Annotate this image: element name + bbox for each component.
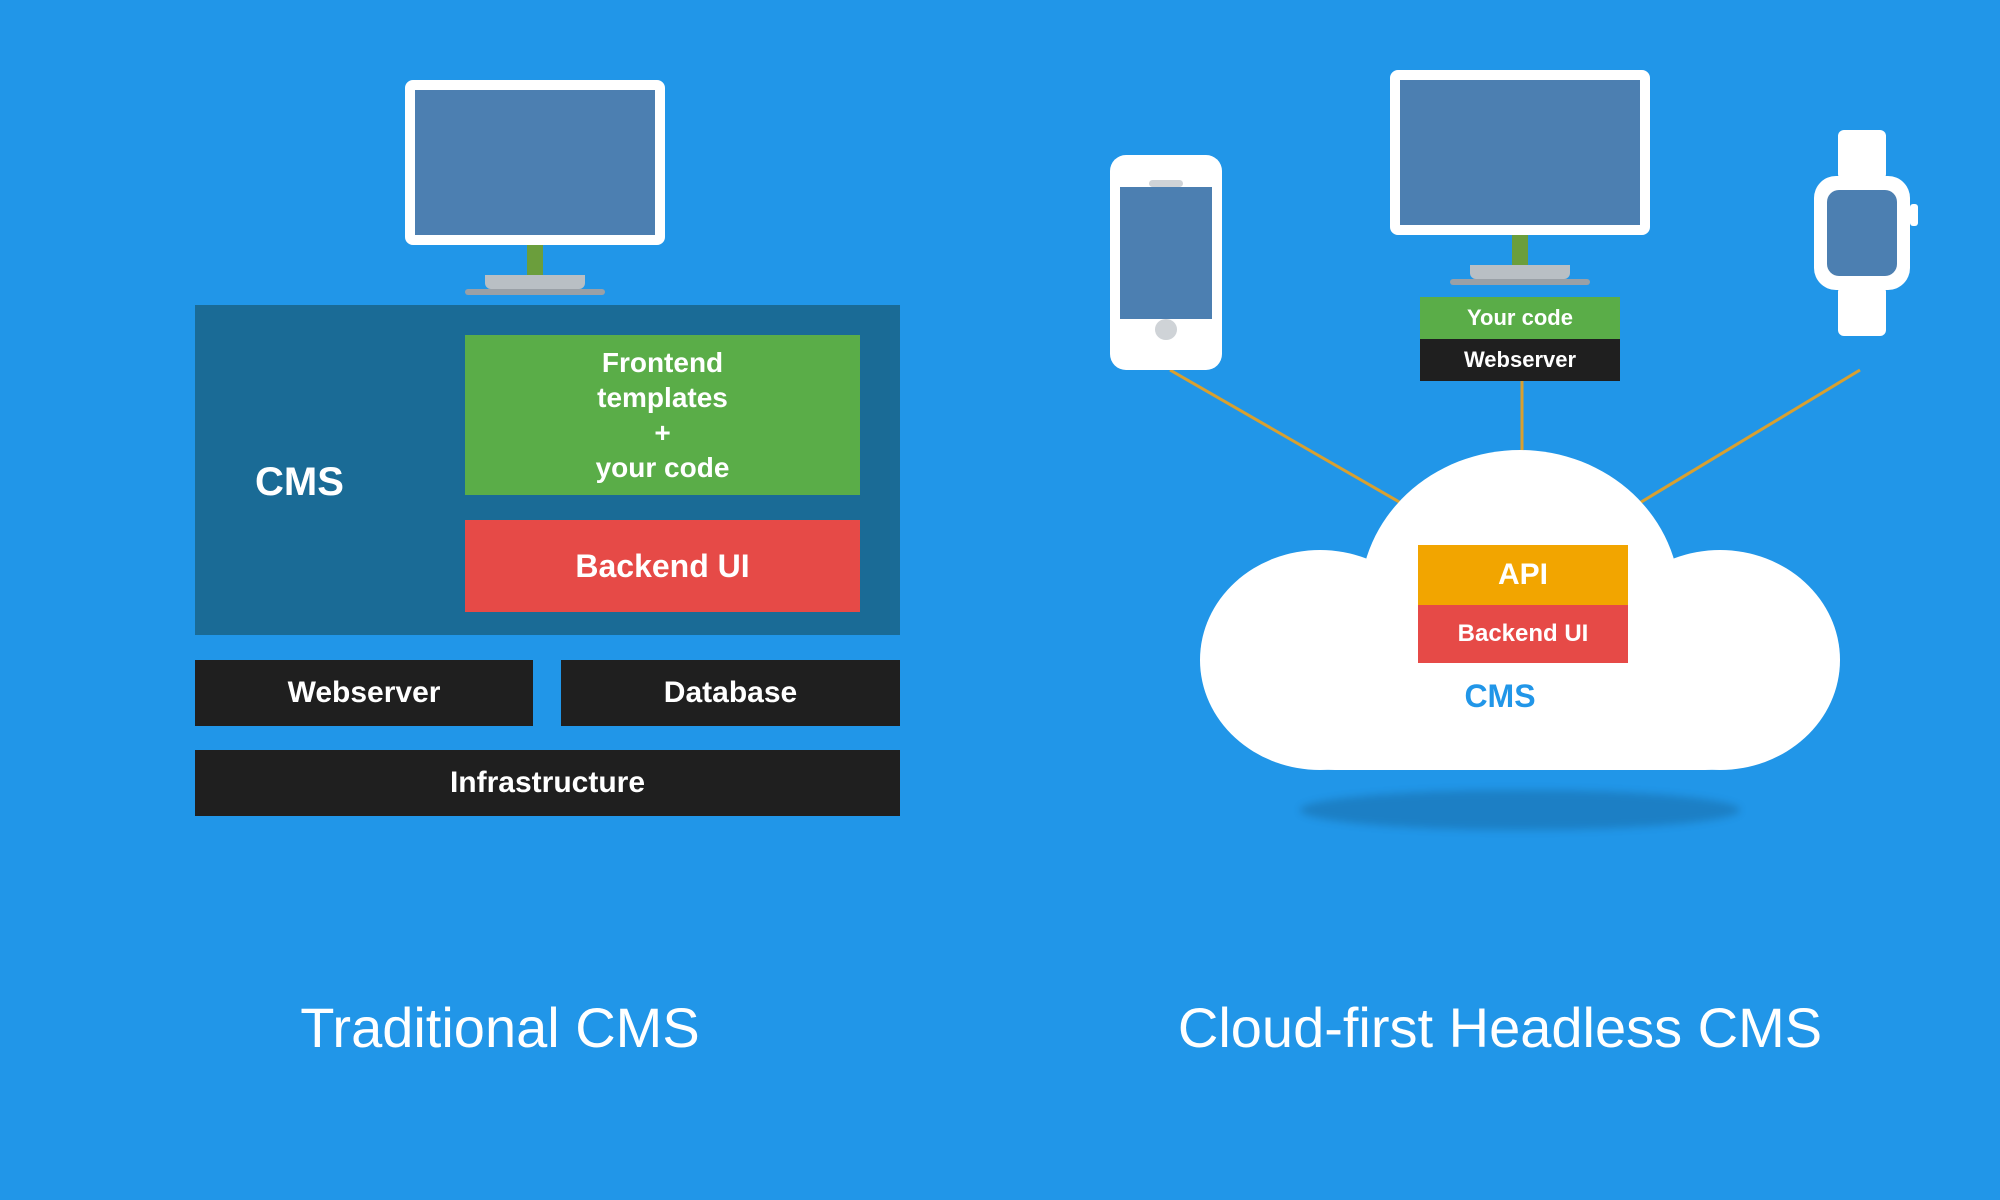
cloud-shadow (1300, 790, 1740, 830)
monitor-icon (1390, 70, 1650, 285)
caption-left: Traditional CMS (0, 995, 1000, 1060)
monitor-foot (1450, 279, 1590, 285)
watch-screen (1827, 190, 1897, 276)
monitor-icon (405, 80, 665, 295)
watch-strap-top (1838, 130, 1886, 180)
monitor-screen (1390, 70, 1650, 235)
caption-right: Cloud-first Headless CMS (1000, 995, 2000, 1060)
monitor-screen (405, 80, 665, 245)
monitor-foot (465, 289, 605, 295)
watch-icon (1814, 130, 1910, 336)
webserver-box: Webserver (1420, 339, 1620, 381)
headless-side: Your code Webserver API Backend UI CMS C… (1000, 0, 2000, 1200)
webserver-box: Webserver (195, 660, 533, 726)
watch-crown-icon (1910, 204, 1918, 226)
traditional-side: CMS Frontend templates + your code Backe… (0, 0, 1000, 1200)
monitor-base (1470, 265, 1570, 279)
phone-icon (1110, 155, 1222, 370)
cms-container: CMS Frontend templates + your code Backe… (195, 305, 900, 635)
database-box: Database (561, 660, 900, 726)
backend-ui-box: Backend UI (465, 520, 860, 612)
cms-label: CMS (255, 460, 344, 505)
monitor-base (485, 275, 585, 289)
phone-home-button-icon (1155, 319, 1177, 340)
monitor-neck (1512, 235, 1528, 265)
your-code-box: Your code (1420, 297, 1620, 339)
infrastructure-box: Infrastructure (195, 750, 900, 816)
phone-screen (1120, 187, 1212, 320)
phone-speaker (1149, 180, 1183, 187)
cms-label: CMS (1000, 678, 2000, 715)
api-box: API (1418, 545, 1628, 605)
backend-ui-box: Backend UI (1418, 605, 1628, 663)
watch-strap-bottom (1838, 286, 1886, 336)
frontend-templates-box: Frontend templates + your code (465, 335, 860, 495)
monitor-neck (527, 245, 543, 275)
watch-face (1814, 176, 1910, 290)
